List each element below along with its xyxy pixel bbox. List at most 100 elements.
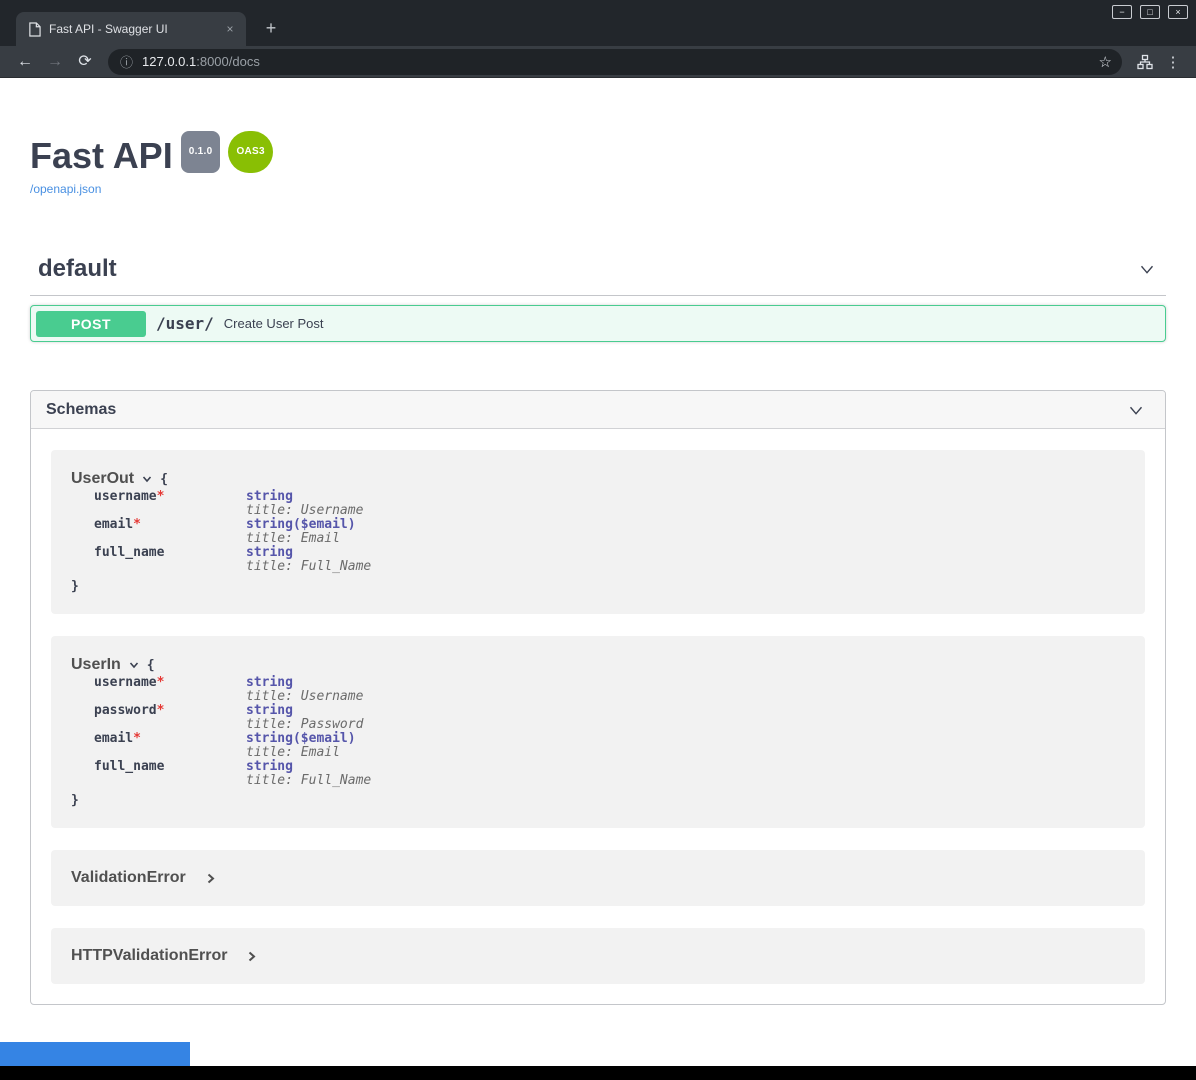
operation-post-user[interactable]: POST /user/ Create User Post	[30, 305, 1166, 342]
chevron-down-icon[interactable]	[141, 473, 153, 485]
model-title-row[interactable]: UserIn {	[71, 656, 1125, 674]
property-title: title: Username	[246, 690, 363, 704]
back-icon[interactable]: ←	[10, 47, 40, 77]
property-title: title: Email	[246, 532, 356, 546]
close-button[interactable]: ×	[1168, 5, 1188, 19]
model-name[interactable]: UserOut	[71, 470, 134, 488]
reload-icon[interactable]: ⟳	[70, 47, 100, 77]
required-star: *	[157, 489, 165, 504]
tab-strip: Fast API - Swagger UI × + − □ ×	[0, 0, 1196, 46]
model-userout: UserOut { username* string title: Userna…	[51, 450, 1145, 614]
model-userin: UserIn { username* string title: Usernam…	[51, 636, 1145, 828]
model-name[interactable]: UserIn	[71, 656, 121, 674]
site-info-icon[interactable]: ⓘ	[120, 52, 133, 71]
tab-title: Fast API - Swagger UI	[49, 22, 214, 36]
property-definition: string($email) title: Email	[246, 732, 356, 760]
model-properties: username* string title: Username passwor…	[71, 676, 1125, 788]
operation-summary: Create User Post	[224, 316, 324, 331]
property-name: email*	[71, 518, 246, 546]
property-name: full_name	[71, 760, 246, 788]
oas3-badge: OAS3	[228, 131, 272, 173]
schema-property-row: username* string title: Username	[71, 676, 1125, 704]
extensions-icon[interactable]	[1130, 54, 1160, 70]
page-favicon-icon	[28, 22, 41, 37]
close-brace: }	[71, 794, 1125, 808]
property-type: string($email)	[246, 732, 356, 746]
method-badge: POST	[36, 311, 146, 337]
property-definition: string title: Username	[246, 490, 363, 518]
schema-property-row: full_name string title: Full_Name	[71, 760, 1125, 788]
chevron-down-icon[interactable]	[128, 659, 140, 671]
tag-name: default	[38, 254, 117, 283]
model-title-row[interactable]: UserOut {	[71, 470, 1125, 488]
bookmark-star-icon[interactable]: ☆	[1099, 53, 1112, 71]
version-badge: 0.1.0	[181, 131, 221, 173]
property-name: full_name	[71, 546, 246, 574]
window-frame-bottom	[0, 1066, 1196, 1080]
chevron-right-icon[interactable]	[245, 950, 258, 963]
browser-toolbar: ← → ⟳ ⓘ 127.0.0.1:8000/docs ☆ ⋮	[0, 46, 1196, 78]
open-brace: {	[160, 472, 168, 487]
browser-tab[interactable]: Fast API - Swagger UI ×	[16, 12, 246, 46]
property-title: title: Email	[246, 746, 356, 760]
schema-property-row: full_name string title: Full_Name	[71, 546, 1125, 574]
chevron-right-icon[interactable]	[204, 872, 217, 885]
schemas-header-label: Schemas	[46, 401, 116, 419]
property-type: string	[246, 546, 371, 560]
property-name: username*	[71, 490, 246, 518]
model-name[interactable]: HTTPValidationError	[71, 947, 227, 965]
property-definition: string title: Password	[246, 704, 363, 732]
schemas-section: Schemas UserOut {	[30, 390, 1166, 1005]
schema-property-row: username* string title: Username	[71, 490, 1125, 518]
close-brace: }	[71, 580, 1125, 594]
property-type: string($email)	[246, 518, 356, 532]
status-bar	[0, 1042, 190, 1066]
property-type: string	[246, 704, 363, 718]
url-text[interactable]: 127.0.0.1:8000/docs	[142, 54, 1091, 69]
api-info: Fast API0.1.0OAS3 /openapi.json	[30, 131, 1166, 198]
page-content: Fast API0.1.0OAS3 /openapi.json default …	[0, 78, 1196, 1066]
tag-section-default[interactable]: default	[30, 244, 1166, 296]
schemas-header[interactable]: Schemas	[31, 391, 1165, 429]
model-httpvalidationerror[interactable]: HTTPValidationError	[51, 928, 1145, 984]
property-title: title: Username	[246, 504, 363, 518]
property-name: password*	[71, 704, 246, 732]
property-title: title: Password	[246, 718, 363, 732]
property-type: string	[246, 676, 363, 690]
property-title: title: Full_Name	[246, 774, 371, 788]
property-definition: string title: Full_Name	[246, 760, 371, 788]
window-controls: − □ ×	[1112, 5, 1188, 19]
new-tab-button[interactable]: +	[258, 16, 284, 42]
property-type: string	[246, 490, 363, 504]
model-validationerror[interactable]: ValidationError	[51, 850, 1145, 906]
required-star: *	[157, 703, 165, 718]
maximize-button[interactable]: □	[1140, 5, 1160, 19]
required-star: *	[133, 517, 141, 532]
property-definition: string($email) title: Email	[246, 518, 356, 546]
property-name: email*	[71, 732, 246, 760]
forward-icon[interactable]: →	[40, 47, 70, 77]
model-name[interactable]: ValidationError	[71, 869, 186, 887]
required-star: *	[133, 731, 141, 746]
url-host: 127.0.0.1	[142, 54, 196, 69]
openapi-spec-link[interactable]: /openapi.json	[30, 182, 101, 196]
api-title: Fast API0.1.0OAS3	[30, 131, 1166, 174]
required-star: *	[157, 675, 165, 690]
model-properties: username* string title: Username email* …	[71, 490, 1125, 574]
schema-property-row: email* string($email) title: Email	[71, 518, 1125, 546]
menu-icon[interactable]: ⋮	[1160, 53, 1186, 71]
chevron-down-icon[interactable]	[1136, 258, 1158, 280]
property-title: title: Full_Name	[246, 560, 371, 574]
chevron-down-icon[interactable]	[1125, 399, 1147, 421]
property-definition: string title: Full_Name	[246, 546, 371, 574]
minimize-button[interactable]: −	[1112, 5, 1132, 19]
address-bar[interactable]: ⓘ 127.0.0.1:8000/docs ☆	[108, 49, 1122, 75]
tab-close-icon[interactable]: ×	[222, 22, 238, 36]
property-definition: string title: Username	[246, 676, 363, 704]
schema-property-row: email* string($email) title: Email	[71, 732, 1125, 760]
api-title-text: Fast API	[30, 135, 173, 176]
operation-path: /user/	[156, 314, 214, 333]
schemas-body: UserOut { username* string title: Userna…	[31, 429, 1165, 1004]
property-type: string	[246, 760, 371, 774]
url-path: :8000/docs	[196, 54, 260, 69]
